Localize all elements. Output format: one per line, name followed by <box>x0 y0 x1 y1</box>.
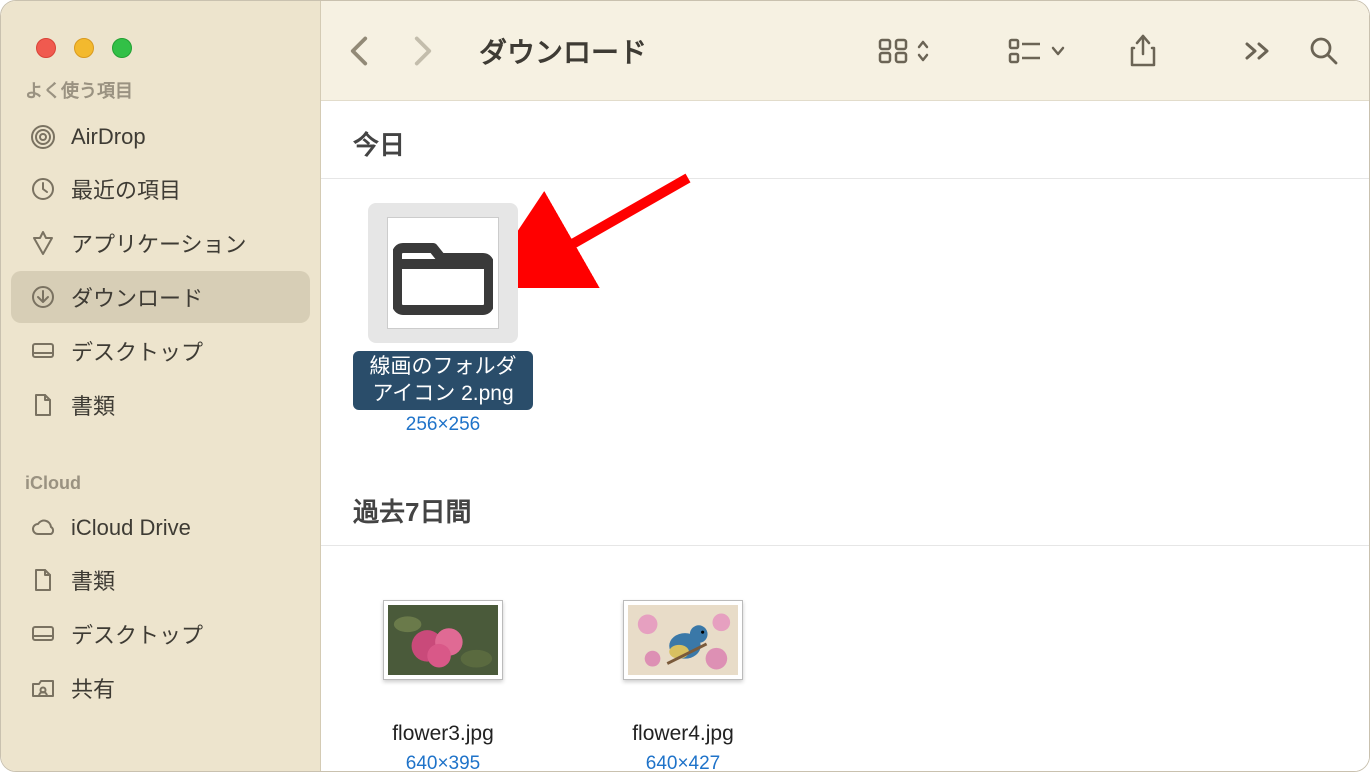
sidebar-item-label: 最近の項目 <box>71 173 181 205</box>
sidebar-item-desktop[interactable]: デスクトップ <box>11 608 310 660</box>
nav-forward-button[interactable] <box>409 32 437 70</box>
doc-icon <box>29 566 57 594</box>
sidebar-item-cloud[interactable]: iCloud Drive <box>11 504 310 552</box>
sidebar: よく使う項目 AirDrop最近の項目アプリケーションダウンロードデスクトップ書… <box>1 1 321 771</box>
main-pane: ダウンロード <box>321 1 1369 771</box>
file-item[interactable]: 線画のフォルダアイコン 2.png 256×256 <box>353 203 533 436</box>
finder-window: よく使う項目 AirDrop最近の項目アプリケーションダウンロードデスクトップ書… <box>0 0 1370 772</box>
group-by-button[interactable] <box>1008 38 1066 64</box>
file-name-label: flower4.jpg <box>622 718 744 749</box>
sidebar-item-doc[interactable]: 書類 <box>11 554 310 606</box>
sidebar-item-airdrop[interactable]: AirDrop <box>11 113 310 161</box>
search-button[interactable] <box>1309 36 1339 66</box>
toolbar-overflow-button[interactable] <box>1245 42 1271 60</box>
download-icon <box>29 283 57 311</box>
sidebar-item-label: 書類 <box>71 564 115 596</box>
sidebar-item-download[interactable]: ダウンロード <box>11 271 310 323</box>
location-title: ダウンロード <box>479 31 647 71</box>
sidebar-item-label: ダウンロード <box>71 281 203 313</box>
sidebar-item-label: デスクトップ <box>71 335 203 367</box>
sidebar-item-label: 共有 <box>71 672 115 704</box>
sidebar-item-label: 書類 <box>71 389 115 421</box>
file-grid: flower3.jpg 640×395 flower4.jpg 640×427 <box>321 546 1369 771</box>
clock-icon <box>29 175 57 203</box>
sidebar-item-label: AirDrop <box>71 124 146 150</box>
file-thumbnail[interactable] <box>608 570 758 710</box>
minimize-window-button[interactable] <box>74 38 94 58</box>
sidebar-item-apps[interactable]: アプリケーション <box>11 217 310 269</box>
file-dimensions-label: 640×395 <box>406 753 481 771</box>
desktop-icon <box>29 337 57 365</box>
group-header: 今日 <box>321 101 1369 179</box>
sidebar-item-doc[interactable]: 書類 <box>11 379 310 431</box>
airdrop-icon <box>29 123 57 151</box>
file-name-label: flower3.jpg <box>382 718 504 749</box>
sidebar-item-label: デスクトップ <box>71 618 203 650</box>
file-browser-content[interactable]: 今日線画のフォルダアイコン 2.png256×256過去7日間flower3.j… <box>321 101 1369 771</box>
file-thumbnail[interactable] <box>368 203 518 343</box>
group-header: 過去7日間 <box>321 460 1369 546</box>
file-item[interactable]: flower3.jpg 640×395 <box>353 570 533 771</box>
share-button[interactable] <box>1129 34 1157 68</box>
sidebar-section-icloud: iCloud <box>1 433 320 502</box>
apps-icon <box>29 229 57 257</box>
cloud-icon <box>29 514 57 542</box>
sidebar-item-label: アプリケーション <box>71 227 247 259</box>
sidebar-item-label: iCloud Drive <box>71 515 191 541</box>
sidebar-item-shared[interactable]: 共有 <box>11 662 310 714</box>
file-thumbnail[interactable] <box>368 570 518 710</box>
file-name-label: 線画のフォルダアイコン 2.png <box>353 351 533 410</box>
sidebar-item-clock[interactable]: 最近の項目 <box>11 163 310 215</box>
file-dimensions-label: 256×256 <box>406 414 481 436</box>
shared-icon <box>29 674 57 702</box>
desktop-icon <box>29 620 57 648</box>
sidebar-item-desktop[interactable]: デスクトップ <box>11 325 310 377</box>
file-item[interactable]: flower4.jpg 640×427 <box>593 570 773 771</box>
close-window-button[interactable] <box>36 38 56 58</box>
file-grid: 線画のフォルダアイコン 2.png 256×256 <box>321 179 1369 460</box>
window-controls <box>36 38 132 58</box>
file-dimensions-label: 640×427 <box>646 753 721 771</box>
nav-back-button[interactable] <box>345 32 373 70</box>
zoom-window-button[interactable] <box>112 38 132 58</box>
doc-icon <box>29 391 57 419</box>
toolbar: ダウンロード <box>321 1 1369 101</box>
view-mode-button[interactable] <box>878 38 930 64</box>
